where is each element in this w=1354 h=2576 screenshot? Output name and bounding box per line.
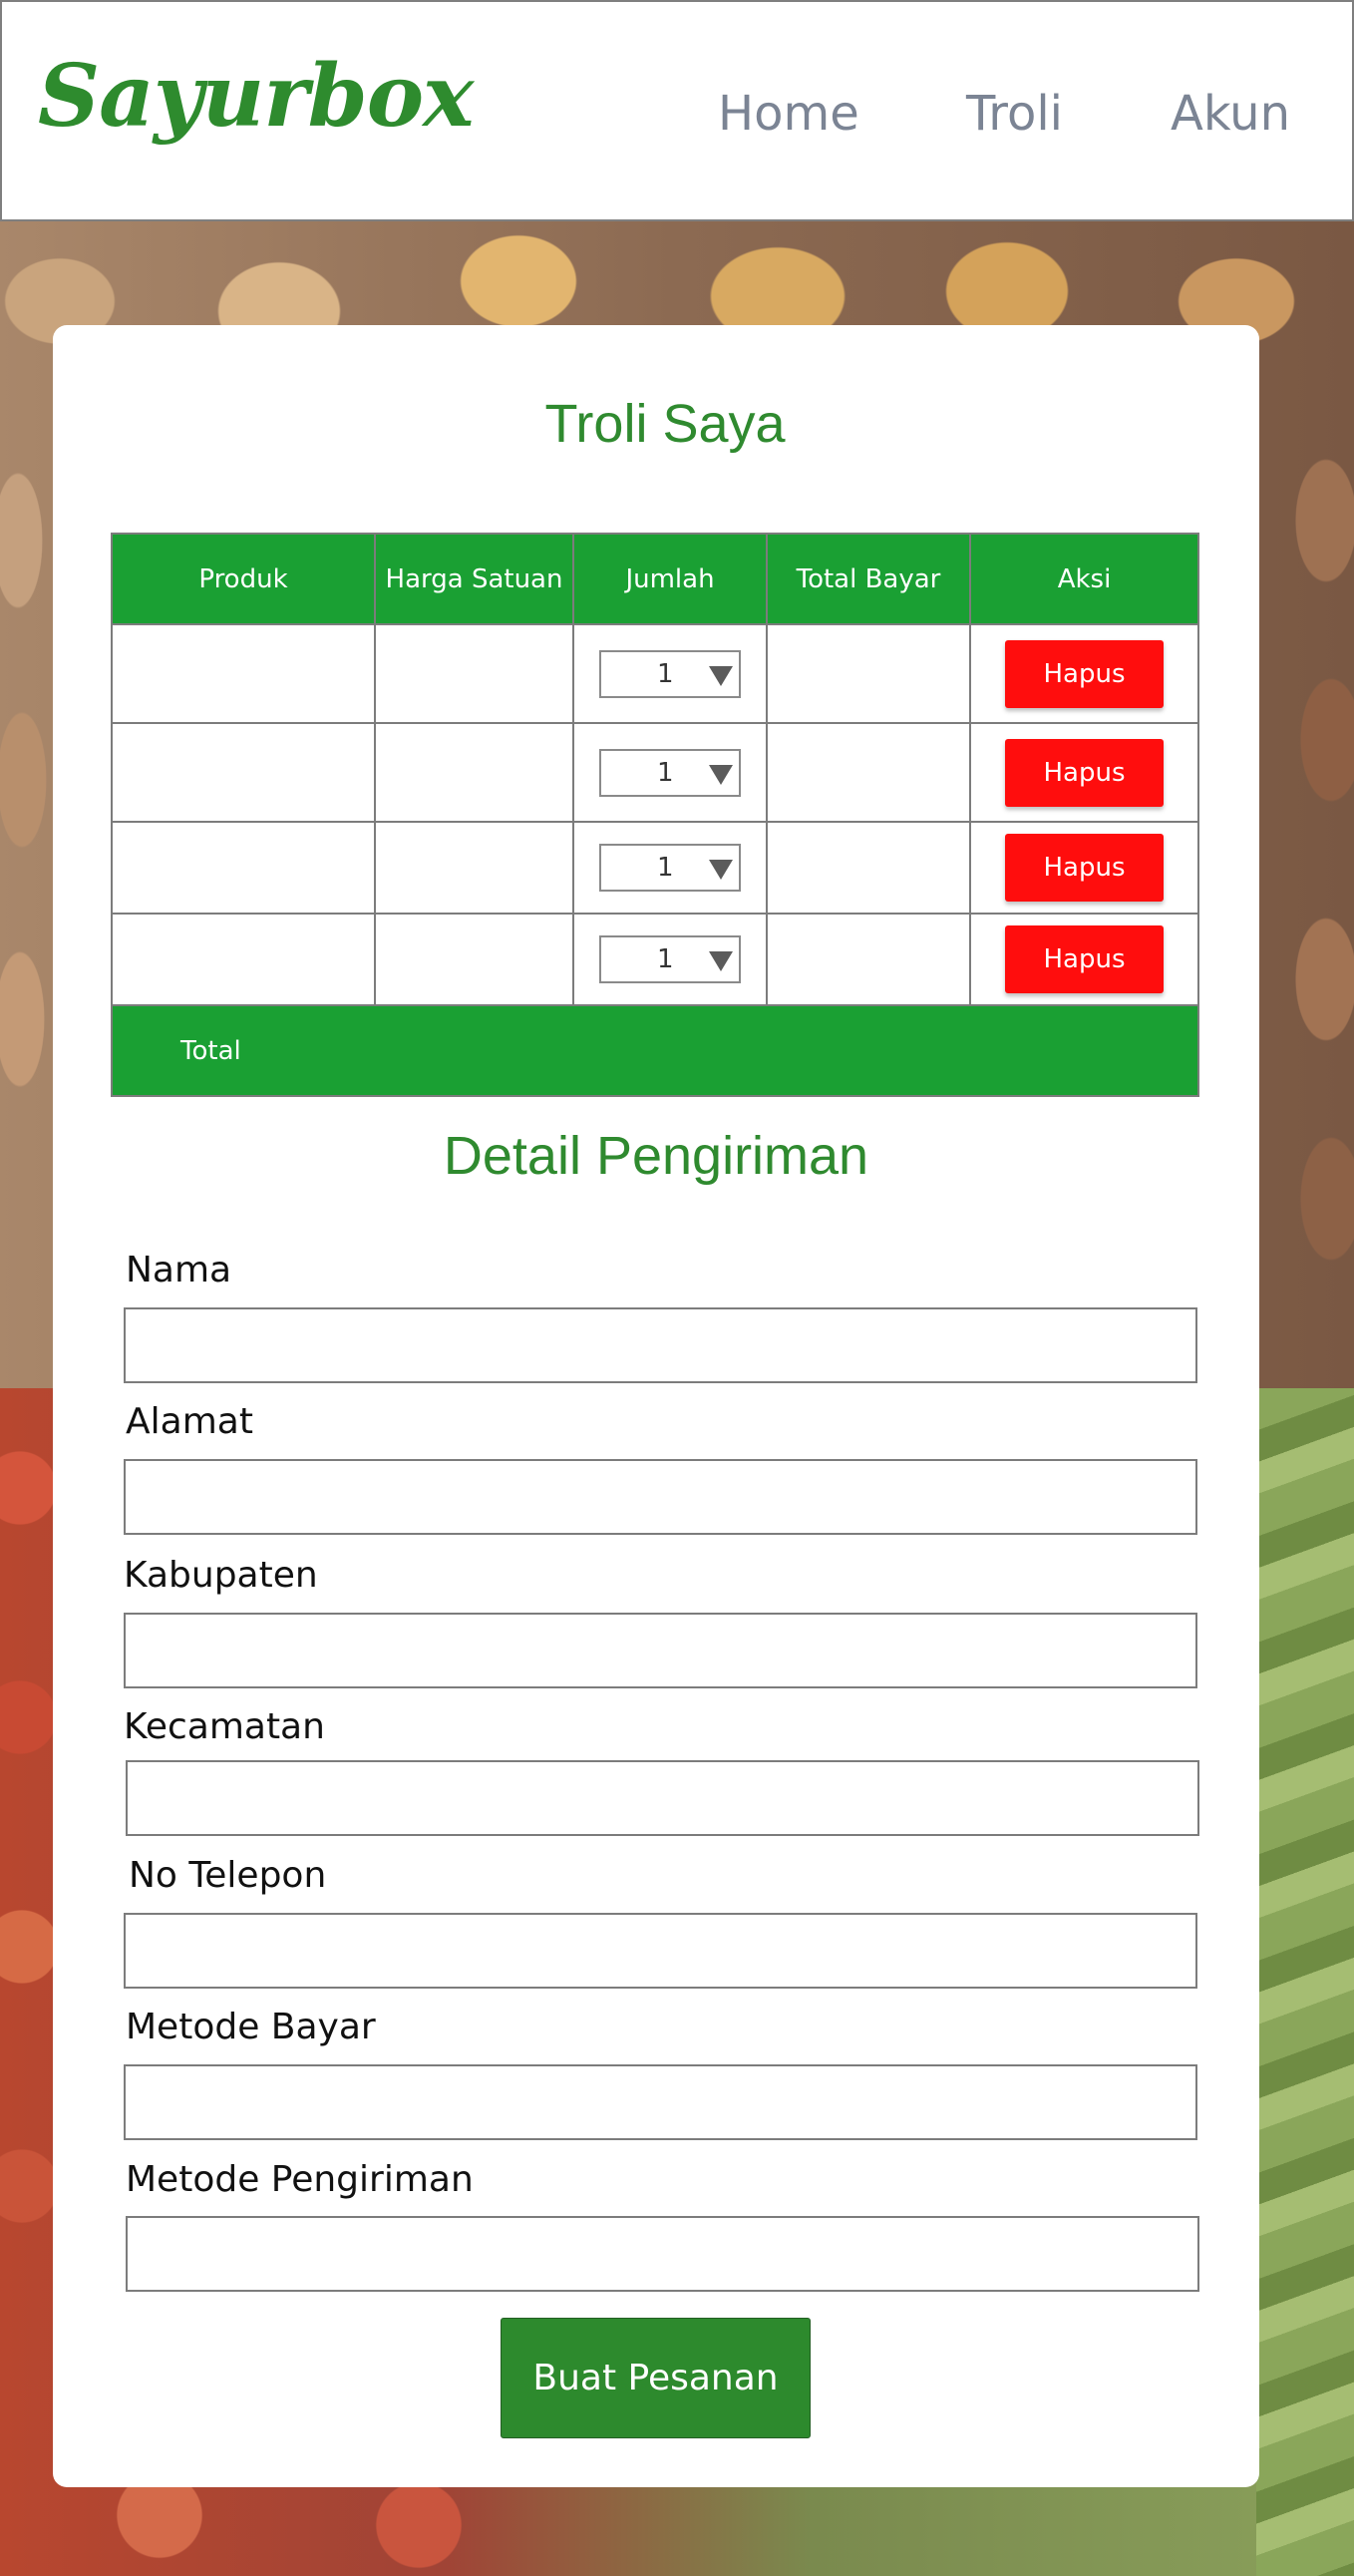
cell-aksi: Hapus [971, 724, 1197, 821]
cart-total-row: Total [111, 1006, 1199, 1097]
brand-logo[interactable]: Sayurbox [38, 54, 474, 140]
column-header-jumlah: Jumlah [574, 535, 768, 623]
cell-total [768, 915, 971, 1004]
no-telepon-label: No Telepon [129, 1855, 327, 1896]
cell-harga [376, 625, 574, 722]
nav-akun[interactable]: Akun [1171, 90, 1290, 138]
alamat-label: Alamat [126, 1401, 253, 1442]
column-header-label: Aksi [1057, 563, 1112, 594]
nav-home[interactable]: Home [718, 90, 859, 138]
cell-harga [376, 724, 574, 821]
nama-label: Nama [126, 1250, 232, 1290]
cell-jumlah: 1 [574, 823, 768, 913]
cell-jumlah: 1 [574, 915, 768, 1004]
cell-produk [113, 724, 376, 821]
quantity-value: 1 [657, 757, 674, 788]
cell-aksi: Hapus [971, 915, 1197, 1004]
alamat-field[interactable] [124, 1459, 1197, 1535]
cart-table-header: Produk Harga Satuan Jumlah Total Bayar A… [111, 533, 1199, 625]
delete-button[interactable]: Hapus [1005, 639, 1164, 708]
cell-aksi: Hapus [971, 823, 1197, 913]
quantity-value: 1 [657, 944, 674, 974]
cell-jumlah: 1 [574, 625, 768, 722]
cell-total [768, 724, 971, 821]
metode-bayar-label: Metode Bayar [126, 2007, 376, 2047]
cell-total [768, 823, 971, 913]
kabupaten-label: Kabupaten [124, 1555, 318, 1596]
table-row: 1 Hapus [111, 823, 1199, 915]
buat-pesanan-button[interactable]: Buat Pesanan [501, 2318, 811, 2438]
nama-field[interactable] [124, 1307, 1197, 1383]
no-telepon-field[interactable] [124, 1913, 1197, 1989]
cell-harga [376, 915, 574, 1004]
delete-button[interactable]: Hapus [1005, 925, 1164, 993]
column-header-produk: Produk [113, 535, 376, 623]
column-header-label: Produk [198, 563, 288, 594]
delete-button[interactable]: Hapus [1005, 738, 1164, 807]
cell-produk [113, 823, 376, 913]
kecamatan-label: Kecamatan [124, 1706, 325, 1747]
cell-total [768, 625, 971, 722]
page-title: Troli Saya [544, 394, 786, 454]
column-header-harga: Harga Satuan [376, 535, 574, 623]
cell-aksi: Hapus [971, 625, 1197, 722]
metode-pengiriman-label: Metode Pengiriman [126, 2159, 474, 2200]
delete-button[interactable]: Hapus [1005, 834, 1164, 902]
quantity-select[interactable]: 1 [599, 935, 741, 983]
dropdown-arrow-icon [709, 764, 733, 785]
kecamatan-field[interactable] [126, 1760, 1199, 1836]
cell-jumlah: 1 [574, 724, 768, 821]
column-header-total: Total Bayar [768, 535, 971, 623]
app-header: Sayurbox Home Troli Akun [0, 0, 1354, 221]
kabupaten-field[interactable] [124, 1613, 1197, 1688]
shipping-section-title: Detail Pengiriman [443, 1126, 869, 1186]
column-header-aksi: Aksi [971, 535, 1197, 623]
dropdown-arrow-icon [709, 951, 733, 971]
table-row: 1 Hapus [111, 724, 1199, 823]
column-header-label: Total Bayar [796, 563, 941, 594]
metode-pengiriman-field[interactable] [126, 2216, 1199, 2292]
quantity-select[interactable]: 1 [599, 649, 741, 698]
table-row: 1 Hapus [111, 625, 1199, 724]
beans-background [1256, 1388, 1354, 2576]
cell-produk [113, 625, 376, 722]
cell-produk [113, 915, 376, 1004]
dropdown-arrow-icon [709, 665, 733, 686]
column-header-label: Harga Satuan [385, 563, 563, 594]
cart-table: Produk Harga Satuan Jumlah Total Bayar A… [111, 533, 1199, 1097]
dropdown-arrow-icon [709, 860, 733, 880]
quantity-select[interactable]: 1 [599, 844, 741, 892]
metode-bayar-field[interactable] [124, 2064, 1197, 2140]
cart-card: Troli Saya Produk Harga Satuan Jumlah To… [53, 325, 1259, 2487]
cell-harga [376, 823, 574, 913]
nav-troli[interactable]: Troli [966, 90, 1063, 138]
total-label: Total [180, 1035, 241, 1066]
column-header-label: Jumlah [625, 563, 715, 594]
quantity-value: 1 [657, 853, 674, 883]
quantity-select[interactable]: 1 [599, 748, 741, 797]
table-row: 1 Hapus [111, 915, 1199, 1006]
quantity-value: 1 [657, 658, 674, 689]
